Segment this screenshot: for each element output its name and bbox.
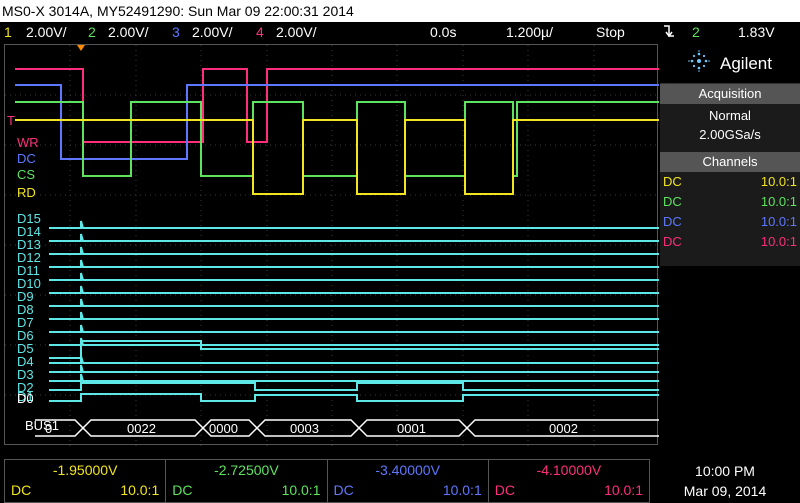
bus-value: 0000 — [209, 421, 238, 436]
channel-row-2[interactable]: DC 10.0:1 — [660, 192, 800, 212]
channel-probe: 10.0:1 — [760, 174, 797, 189]
ch3-scale[interactable]: 2.00V/ — [192, 22, 232, 42]
trace-label-rd[interactable]: RD — [17, 185, 36, 200]
bus-value: 0 — [45, 421, 53, 436]
channel-coupling: DC — [663, 214, 682, 229]
ch3-offset-value: -3.40000V — [375, 462, 440, 478]
bus-value: 0022 — [127, 421, 156, 436]
timebase-value[interactable]: 1.200µ/ — [506, 22, 553, 42]
ch4-offset-value: -4.10000V — [536, 462, 602, 478]
ch3-offset-cell[interactable]: -3.40000V DC 10.0:1 — [328, 460, 489, 502]
channel-coupling: DC — [663, 194, 682, 209]
waveform-display[interactable]: T WR DC CS RD D15 D14 D13 D12 D11 D10 D9… — [4, 44, 659, 446]
trigger-channel[interactable]: 2 — [692, 22, 700, 42]
graticule — [5, 45, 659, 446]
bus-value: 0003 — [290, 421, 319, 436]
ch4-number[interactable]: 4 — [256, 22, 264, 42]
brand-logo: Agilent — [660, 44, 800, 84]
side-panel: Agilent Acquisition Normal 2.00GSa/s Cha… — [660, 44, 800, 266]
acquisition-info: Normal 2.00GSa/s — [660, 104, 800, 148]
ch4-offset-coupling: DC — [494, 482, 515, 498]
clock-date: Mar 09, 2014 — [683, 483, 767, 499]
channel-probe: 10.0:1 — [760, 214, 797, 229]
ch3-offset-coupling: DC — [333, 482, 354, 498]
trace-label-cs[interactable]: CS — [17, 167, 35, 182]
ch1-scale[interactable]: 2.00V/ — [26, 22, 66, 42]
trace-label-dc[interactable]: DC — [17, 151, 36, 166]
ch1-rd-trace — [15, 119, 659, 195]
channel-probe: 10.0:1 — [760, 194, 797, 209]
channel-row-1[interactable]: DC 10.0:1 — [660, 172, 800, 192]
window-title: MS0-X 3014A, MY52491290: Sun Mar 09 22:0… — [0, 0, 800, 22]
trigger-position-marker — [77, 45, 85, 51]
ch4-offset-probe: 10.0:1 — [604, 482, 643, 498]
trigger-edge-falling-icon — [662, 22, 676, 45]
channels-header[interactable]: Channels — [660, 152, 800, 172]
channel-row-3[interactable]: DC 10.0:1 — [660, 212, 800, 232]
digital-traces — [49, 220, 659, 402]
run-state[interactable]: Stop — [596, 22, 625, 42]
ch3-number[interactable]: 3 — [172, 22, 180, 42]
ch2-cs-trace — [15, 101, 659, 177]
channel-offset-bar: -1.95000V DC 10.0:1 -2.72500V DC 10.0:1 … — [4, 459, 650, 503]
ch1-offset-value: -1.95000V — [52, 462, 118, 478]
ch1-number[interactable]: 1 — [4, 22, 12, 42]
trace-label-wr[interactable]: WR — [17, 135, 39, 150]
sample-rate: 2.00GSa/s — [699, 127, 761, 142]
acquisition-mode: Normal — [709, 108, 751, 123]
clock-time: 10:00 PM — [695, 463, 755, 479]
acquisition-header[interactable]: Acquisition — [660, 84, 800, 104]
ch2-offset-value: -2.72500V — [214, 462, 279, 478]
clock: 10:00 PM Mar 09, 2014 — [655, 459, 795, 503]
channel-row-4[interactable]: DC 10.0:1 — [660, 232, 800, 252]
status-bar: 1 2.00V/ 2 2.00V/ 3 2.00V/ 4 2.00V/ 0.0s… — [0, 22, 800, 42]
bus-value: 0001 — [397, 421, 426, 436]
waveform-svg — [5, 45, 659, 446]
ch2-number[interactable]: 2 — [88, 22, 96, 42]
channel-coupling: DC — [663, 234, 682, 249]
ch4-offset-cell[interactable]: -4.10000V DC 10.0:1 — [489, 460, 649, 502]
horizontal-delay[interactable]: 0.0s — [430, 22, 456, 42]
ch2-scale[interactable]: 2.00V/ — [108, 22, 148, 42]
ch4-scale[interactable]: 2.00V/ — [276, 22, 316, 42]
ch1-offset-cell[interactable]: -1.95000V DC 10.0:1 — [5, 460, 167, 502]
brand-name: Agilent — [720, 53, 772, 73]
trigger-level[interactable]: 1.83V — [738, 22, 775, 42]
ch1-offset-coupling: DC — [11, 482, 32, 498]
ch4-wr-trace — [15, 68, 659, 143]
channel-probe: 10.0:1 — [760, 234, 797, 249]
ch3-offset-probe: 10.0:1 — [442, 482, 482, 498]
ch1-offset-probe: 10.0:1 — [120, 482, 160, 498]
ch2-offset-probe: 10.0:1 — [281, 482, 321, 498]
digital-label: D0 — [17, 391, 34, 406]
bus-value: 0002 — [549, 421, 578, 436]
trace-label-t: T — [7, 113, 15, 128]
bus-label[interactable]: BUS1 — [25, 418, 59, 433]
ch3-dc-trace — [15, 84, 659, 160]
ch2-offset-cell[interactable]: -2.72500V DC 10.0:1 — [166, 460, 328, 502]
channel-coupling: DC — [663, 174, 682, 189]
agilent-spark-icon — [688, 50, 710, 77]
ch2-offset-coupling: DC — [172, 482, 193, 498]
